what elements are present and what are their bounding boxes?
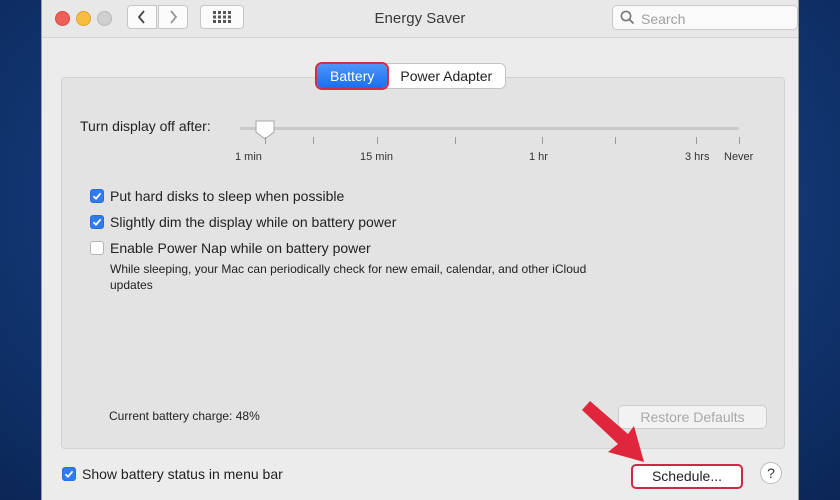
energy-saver-window: Energy Saver Battery Power Adapter Turn …	[42, 0, 798, 500]
annotation-arrow-icon	[582, 401, 644, 462]
help-button[interactable]: ?	[760, 462, 782, 484]
option-hard-disk-sleep[interactable]: Put hard disks to sleep when possible	[90, 188, 344, 204]
slider-tick-label: 1 hr	[529, 151, 548, 163]
dim-display-label: Slightly dim the display while on batter…	[110, 214, 397, 230]
slider-tick-label: 15 min	[360, 151, 394, 163]
slider-tick-label: 3 hrs	[685, 151, 710, 163]
slider-tick	[265, 137, 266, 144]
slider-tick	[542, 137, 543, 144]
show-battery-status-checkbox[interactable]	[62, 467, 76, 481]
option-dim-display[interactable]: Slightly dim the display while on batter…	[90, 214, 396, 230]
power-nap-checkbox[interactable]	[90, 241, 104, 255]
display-off-slider-track[interactable]	[240, 127, 739, 130]
search-input[interactable]	[639, 8, 793, 29]
slider-tick	[313, 137, 314, 144]
battery-charge-status: Current battery charge: 48%	[109, 409, 260, 423]
search-icon	[620, 10, 635, 25]
slider-tick	[455, 137, 456, 144]
checkmark-icon	[92, 192, 102, 201]
power-nap-description: While sleeping, your Mac can periodicall…	[110, 262, 587, 292]
tab-bar: Battery Power Adapter	[314, 62, 506, 90]
slider-tick-label: 1 min	[235, 151, 262, 163]
checkmark-icon	[92, 218, 102, 227]
slider-tick	[377, 137, 378, 144]
slider-tick	[739, 137, 740, 144]
slider-tick	[615, 137, 616, 144]
tab-power-adapter[interactable]: Power Adapter	[387, 64, 505, 88]
slider-tick	[696, 137, 697, 144]
search-field[interactable]	[612, 5, 798, 30]
display-off-label: Turn display off after:	[80, 118, 211, 134]
hard-disk-sleep-checkbox[interactable]	[90, 189, 104, 203]
option-power-nap[interactable]: Enable Power Nap while on battery power	[90, 240, 371, 256]
show-battery-status-label: Show battery status in menu bar	[82, 466, 283, 482]
dim-display-checkbox[interactable]	[90, 215, 104, 229]
title-bar: Energy Saver	[42, 0, 798, 38]
slider-tick-label: Never	[724, 151, 754, 163]
option-show-battery-status[interactable]: Show battery status in menu bar	[62, 466, 283, 482]
checkmark-icon	[64, 470, 74, 479]
power-nap-label: Enable Power Nap while on battery power	[110, 240, 371, 256]
hard-disk-sleep-label: Put hard disks to sleep when possible	[110, 188, 345, 204]
tab-battery[interactable]: Battery	[314, 62, 390, 90]
